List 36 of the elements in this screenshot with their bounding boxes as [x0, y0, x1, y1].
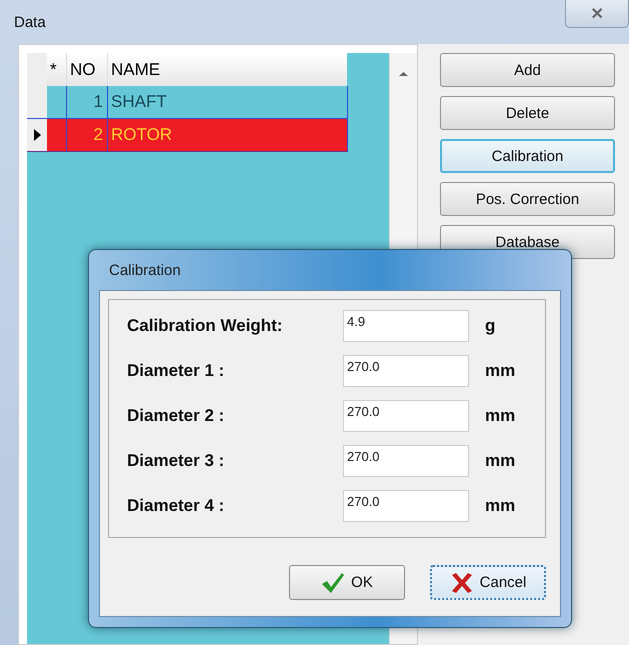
unit-label: g: [485, 316, 496, 336]
cancel-button[interactable]: Cancel: [430, 565, 546, 600]
header-cell: [27, 53, 47, 86]
table-cell: 2: [66, 119, 107, 151]
action-button[interactable]: Calibration: [440, 139, 615, 173]
column-header[interactable]: NO: [66, 53, 107, 86]
action-button[interactable]: Delete: [440, 96, 615, 130]
action-button[interactable]: Pos. Correction: [440, 182, 615, 216]
table-cell: ROTOR: [107, 119, 347, 151]
scroll-up-icon[interactable]: [399, 71, 408, 77]
field-label: Diameter 4 :: [127, 496, 226, 516]
table-cell: SHAFT: [107, 86, 347, 118]
field-label: Diameter 3 :: [127, 451, 226, 471]
column-header[interactable]: *: [47, 53, 66, 86]
input-field[interactable]: 270.0: [343, 355, 469, 387]
table-cell: 1: [66, 86, 107, 118]
input-field[interactable]: 270.0: [343, 445, 469, 477]
field-label: Diameter 1 :: [127, 361, 226, 381]
input-field[interactable]: 270.0: [343, 400, 469, 432]
unit-label: mm: [485, 406, 516, 426]
field-label: Calibration Weight:: [127, 316, 284, 336]
unit-label: mm: [485, 451, 516, 471]
window-title: Data: [14, 14, 46, 31]
row-pointer-icon: [34, 129, 40, 141]
input-field[interactable]: 270.0: [343, 490, 469, 522]
close-button[interactable]: ✕: [565, 0, 629, 28]
unit-label: mm: [485, 361, 516, 381]
field-label: Diameter 2 :: [127, 406, 226, 426]
column-header[interactable]: NAME: [107, 53, 347, 86]
input-field[interactable]: 4.9: [343, 310, 469, 342]
cross-icon: [450, 572, 474, 594]
action-button[interactable]: Add: [440, 53, 615, 87]
unit-label: mm: [485, 496, 516, 516]
ok-button[interactable]: OK: [289, 565, 405, 600]
checkmark-icon: [321, 572, 346, 594]
dialog-title: Calibration: [108, 261, 182, 281]
